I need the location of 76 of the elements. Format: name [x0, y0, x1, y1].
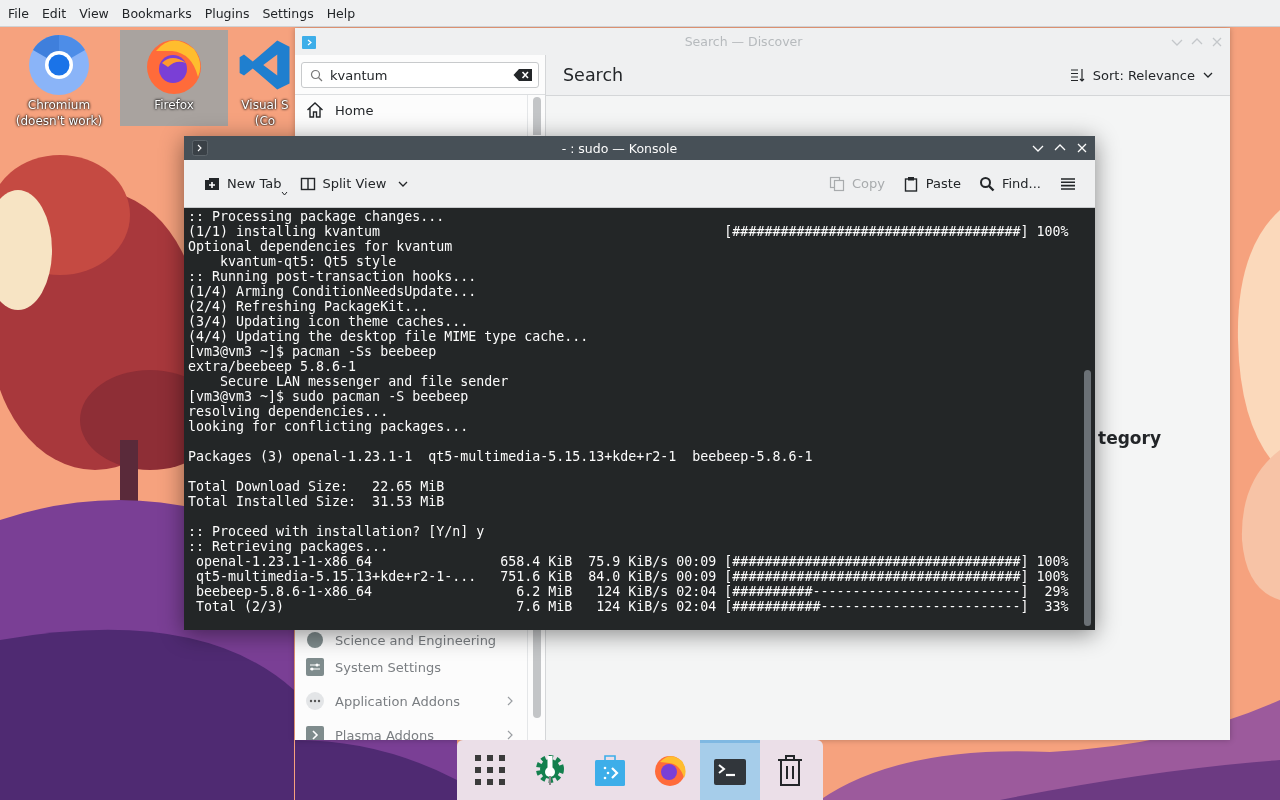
icon-label: Visual S [241, 97, 289, 113]
terminal-line: qt5-multimedia-5.15.13+kde+r2-1-... 751.6 KiB 84.0 KiB/s 00:09 [####################################] 100% [195, 569, 1070, 584]
icon-label: Chromium [27, 97, 91, 113]
section-heading: tegory [1098, 428, 1161, 448]
sidebar-item[interactable]: Plasma Addons [295, 718, 527, 740]
terminal-line: beebeep-5.8.6-1-x86_64 6.2 MiB 124 KiB/s 02:04 [##########--------------------------] 29% [195, 584, 1070, 599]
terminal-line: (1/1) installing kvantum [####################################] 100% [188, 224, 1070, 239]
terminal-line: :: Retrieving packages... [188, 539, 390, 554]
terminal-line: (2/4) Refreshing PackageKit... [188, 299, 430, 314]
terminal-line: :: Proceed with installation? [Y/n] y [188, 524, 486, 539]
terminal-line: Secure LAN messenger and file sender [219, 374, 510, 389]
toolbar-button[interactable]: Paste [896, 171, 967, 196]
terminal-line: looking for conflicting packages... [188, 419, 470, 434]
search-field[interactable]: kvantum [301, 62, 539, 88]
menu-icon [1060, 175, 1076, 192]
terminal-line: Total (2/3) 7.6 MiB 124 KiB/s 02:04 [###########-------------------------] 33% [195, 599, 1070, 614]
icon-label: (doesn't work) [15, 113, 103, 129]
sidebar-item[interactable]: Home [295, 95, 527, 125]
terminal-line: openal-1.23.1-1-x86_64 658.4 KiB 75.9 KiB/s 00:09 [####################################] 100% [195, 554, 1070, 569]
terminal-line: kvantum-qt5: Qt5 style [219, 254, 398, 269]
terminal-line: resolving dependencies... [188, 404, 390, 419]
scrollbar[interactable] [532, 97, 541, 135]
scrollbar[interactable] [532, 629, 541, 718]
sort-button[interactable]: Sort: Relevance [1065, 63, 1218, 87]
new-tab-icon [204, 175, 220, 192]
terminal-line: [vm3@vm3 ~]$ sudo pacman -S beebeep [188, 389, 470, 404]
toolbar-button[interactable]: Find... [972, 171, 1047, 196]
app-icon [27, 33, 91, 97]
page-title: Search [563, 65, 625, 85]
sliders-icon [305, 657, 325, 677]
sort-icon [1069, 67, 1086, 83]
terminal-line: Total Download Size: 22.65 MiB [188, 479, 446, 494]
terminal-line: (1/4) Arming ConditionNeedsUpdate... [188, 284, 478, 299]
taskbar-button[interactable] [700, 740, 760, 800]
terminal-line: (3/4) Updating icon theme caches... [188, 314, 470, 329]
terminal-icon [192, 140, 208, 156]
split-view-icon [299, 175, 316, 192]
close-icon[interactable] [1075, 141, 1089, 155]
terminal-line: :: Processing package changes... [188, 209, 446, 224]
copy-icon [828, 175, 845, 192]
search-icon [310, 68, 323, 82]
sidebar-item[interactable]: Science and Engineering [295, 630, 527, 650]
terminal-line: extra/beebeep 5.8.6-1 [188, 359, 358, 374]
terminal-line: Optional dependencies for kvantum [188, 239, 454, 254]
icon-label: Firefox [154, 97, 194, 113]
caret-icon [280, 190, 288, 196]
terminal-line: [vm3@vm3 ~]$ pacman -Ss beebeep [188, 344, 438, 359]
window-title: - : sudo — Konsole [560, 140, 679, 156]
clipboard-icon [902, 175, 919, 192]
terminal-line: Packages (3) openal-1.23.1-1 qt5-multimedia-5.15.13+kde+r2-1 beebeep-5.8.6-1 [188, 449, 814, 464]
terminal-line: (4/4) Updating the desktop file MIME type cache... [188, 329, 590, 344]
sidebar-item[interactable]: Application Addons [295, 684, 527, 718]
search-icon [978, 175, 995, 192]
category-icon [305, 630, 325, 650]
search-input[interactable]: kvantum [330, 67, 506, 83]
menu-item[interactable]: Edit [35, 2, 73, 24]
menu-item[interactable]: Settings [256, 2, 320, 24]
scrollbar[interactable] [1083, 370, 1091, 626]
menu-item[interactable]: File [2, 2, 35, 24]
icon-label: (Co [254, 113, 276, 126]
app-icon [301, 33, 317, 50]
store-bag-icon [592, 752, 628, 788]
menu-item[interactable]: Plugins [198, 2, 256, 24]
terminal-line: :: Running post-transaction hooks... [188, 269, 478, 284]
menu-item[interactable]: Bookmarks [115, 2, 198, 24]
dots-icon [305, 691, 325, 711]
clear-button[interactable] [513, 68, 533, 82]
home-icon [305, 100, 325, 120]
menu-item[interactable]: View [73, 2, 115, 24]
terminal-line: Total Installed Size: 31.53 MiB [188, 494, 446, 509]
menu-item[interactable]: Help [320, 2, 362, 24]
toolbar-button[interactable]: Split View [293, 171, 416, 196]
toolbar-button[interactable]: New Tab [198, 171, 288, 196]
window-title: Search — Discover [683, 34, 804, 49]
sidebar-item[interactable]: System Settings [295, 650, 527, 684]
app-grid-icon [472, 752, 508, 788]
